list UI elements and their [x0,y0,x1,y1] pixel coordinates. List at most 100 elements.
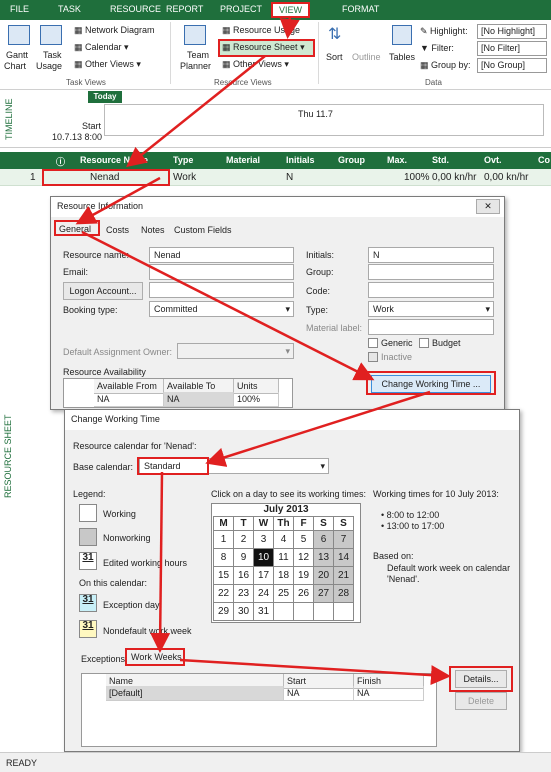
calendar-day[interactable]: 15 [213,566,234,585]
table-row[interactable]: 1 Nenad Work N 100% 0,00 kn/hr 0,00 kn/h… [0,169,551,186]
change-working-time-button[interactable]: Change Working Time ... [371,375,491,393]
row-initials[interactable]: N [286,172,293,183]
calendar-day[interactable]: 10 [253,548,274,567]
calendar-day[interactable]: 2 [233,530,254,549]
tab-exceptions[interactable]: Exceptions [81,654,125,664]
tab-custom-fields[interactable]: Custom Fields [174,225,232,235]
generic-checkbox[interactable] [368,338,378,348]
calendar-day[interactable]: 11 [273,548,294,567]
calendar-day[interactable]: 24 [253,584,274,603]
av-from[interactable]: NA [94,392,164,407]
team-planner-button[interactable]: Team [187,50,209,60]
col-group[interactable]: Group [338,155,365,165]
col-cost[interactable]: Co [538,155,550,165]
material-label-field[interactable] [368,319,494,335]
task-usage-button[interactable]: Task [43,50,62,60]
col-ovt[interactable]: Ovt. [484,155,502,165]
ww-start[interactable]: NA [284,686,354,701]
initials-field[interactable]: N [368,247,494,263]
calendar-day[interactable]: 12 [293,548,314,567]
col-initials[interactable]: Initials [286,155,315,165]
col-max[interactable]: Max. [387,155,407,165]
default-owner-select[interactable]: ▾ [177,343,294,359]
logon-account-button[interactable]: Logon Account... [63,282,143,300]
sort-button[interactable]: Sort [326,52,343,62]
close-button[interactable]: ✕ [476,199,500,214]
calendar-day[interactable]: 27 [313,584,334,603]
tab-report[interactable]: REPORT [166,4,203,14]
calendar-day[interactable]: 8 [213,548,234,567]
calendar-day[interactable]: 19 [293,566,314,585]
tab-resource[interactable]: RESOURCE [110,4,161,14]
outline-button[interactable]: Outline [352,52,381,62]
col-material[interactable]: Material [226,155,260,165]
calendar-day[interactable]: 28 [333,584,354,603]
tab-file[interactable]: FILE [10,4,29,14]
work-weeks-table[interactable]: Name Start Finish [Default] NA NA [81,673,437,747]
calendar-day[interactable]: 29 [213,602,234,621]
tab-task[interactable]: TASK [58,4,81,14]
inactive-checkbox[interactable] [368,352,378,362]
calendar-day[interactable]: 21 [333,566,354,585]
calendar-button[interactable]: ▦ Calendar ▾ [74,42,129,53]
calendar-day[interactable]: 9 [233,548,254,567]
month-calendar[interactable]: July 2013 M T W Th F S S 1 2 3 4 5 6 7 8 9 10 11 12 13 14 15… [211,503,361,623]
other-views-button[interactable]: ▦ Other Views ▾ [74,59,141,70]
group-by-select[interactable]: [No Group] [477,58,547,73]
calendar-day[interactable]: 23 [233,584,254,603]
network-diagram-button[interactable]: ▦ Network Diagram [74,25,155,36]
row-name[interactable]: Nenad [90,172,119,183]
col-resource-name[interactable]: Resource Name [80,155,148,165]
calendar-day[interactable]: 26 [293,584,314,603]
tab-notes[interactable]: Notes [141,225,165,235]
tab-costs[interactable]: Costs [106,225,129,235]
col-std[interactable]: Std. [432,155,449,165]
calendar-day[interactable]: 18 [273,566,294,585]
row-type[interactable]: Work [173,172,196,183]
calendar-day[interactable]: 5 [293,530,314,549]
row-std[interactable]: 0,00 kn/hr [432,172,476,183]
resource-sheet-button[interactable]: ▦ Resource Sheet ▾ [222,42,305,53]
availability-table[interactable]: Available From Available To Units NA NA … [63,378,293,408]
other-views-resource-button[interactable]: ▦ Other Views ▾ [222,59,289,70]
tab-work-weeks[interactable]: Work Weeks [131,652,182,662]
code-field[interactable] [368,282,494,298]
calendar-day[interactable]: 16 [233,566,254,585]
calendar-day[interactable]: 25 [273,584,294,603]
calendar-day[interactable]: 1 [213,530,234,549]
highlight-select[interactable]: [No Highlight] [477,24,547,39]
booking-type-select[interactable]: Committed ▾ [149,301,294,317]
resource-usage-button[interactable]: ▦ Resource Usage [222,25,300,36]
calendar-day[interactable]: 7 [333,530,354,549]
details-button[interactable]: Details... [455,670,507,688]
tables-button[interactable]: Tables [389,52,415,62]
calendar-day[interactable]: 6 [313,530,334,549]
tab-project[interactable]: PROJECT [220,4,262,14]
email-field[interactable] [149,264,294,280]
calendar-day[interactable]: 20 [313,566,334,585]
row-ovt[interactable]: 0,00 kn/hr [484,172,528,183]
tab-format[interactable]: FORMAT [342,4,379,14]
resource-name-field[interactable]: Nenad [149,247,294,263]
delete-button[interactable]: Delete [455,692,507,710]
group-field[interactable] [368,264,494,280]
logon-field[interactable] [149,282,294,298]
type-select[interactable]: Work ▾ [368,301,494,317]
gantt-chart-button[interactable]: Gantt [6,50,28,60]
budget-checkbox[interactable] [419,338,429,348]
av-to[interactable]: NA [164,392,234,407]
calendar-day[interactable]: 30 [233,602,254,621]
tab-view[interactable]: VIEW [271,2,311,18]
calendar-day[interactable]: 13 [313,548,334,567]
calendar-grid[interactable]: M T W Th F S S 1 2 3 4 5 6 7 8 9 10 11 12 13 14 15 16 17 18 19 20… [213,516,354,621]
calendar-day[interactable]: 17 [253,566,274,585]
calendar-day[interactable]: 4 [273,530,294,549]
calendar-day[interactable]: 14 [333,548,354,567]
calendar-day[interactable]: 3 [253,530,274,549]
col-type[interactable]: Type [173,155,193,165]
filter-select[interactable]: [No Filter] [477,41,547,56]
calendar-day[interactable]: 22 [213,584,234,603]
row-max[interactable]: 100% [404,172,430,183]
calendar-day[interactable]: 31 [253,602,274,621]
ww-name[interactable]: [Default] [106,686,284,701]
